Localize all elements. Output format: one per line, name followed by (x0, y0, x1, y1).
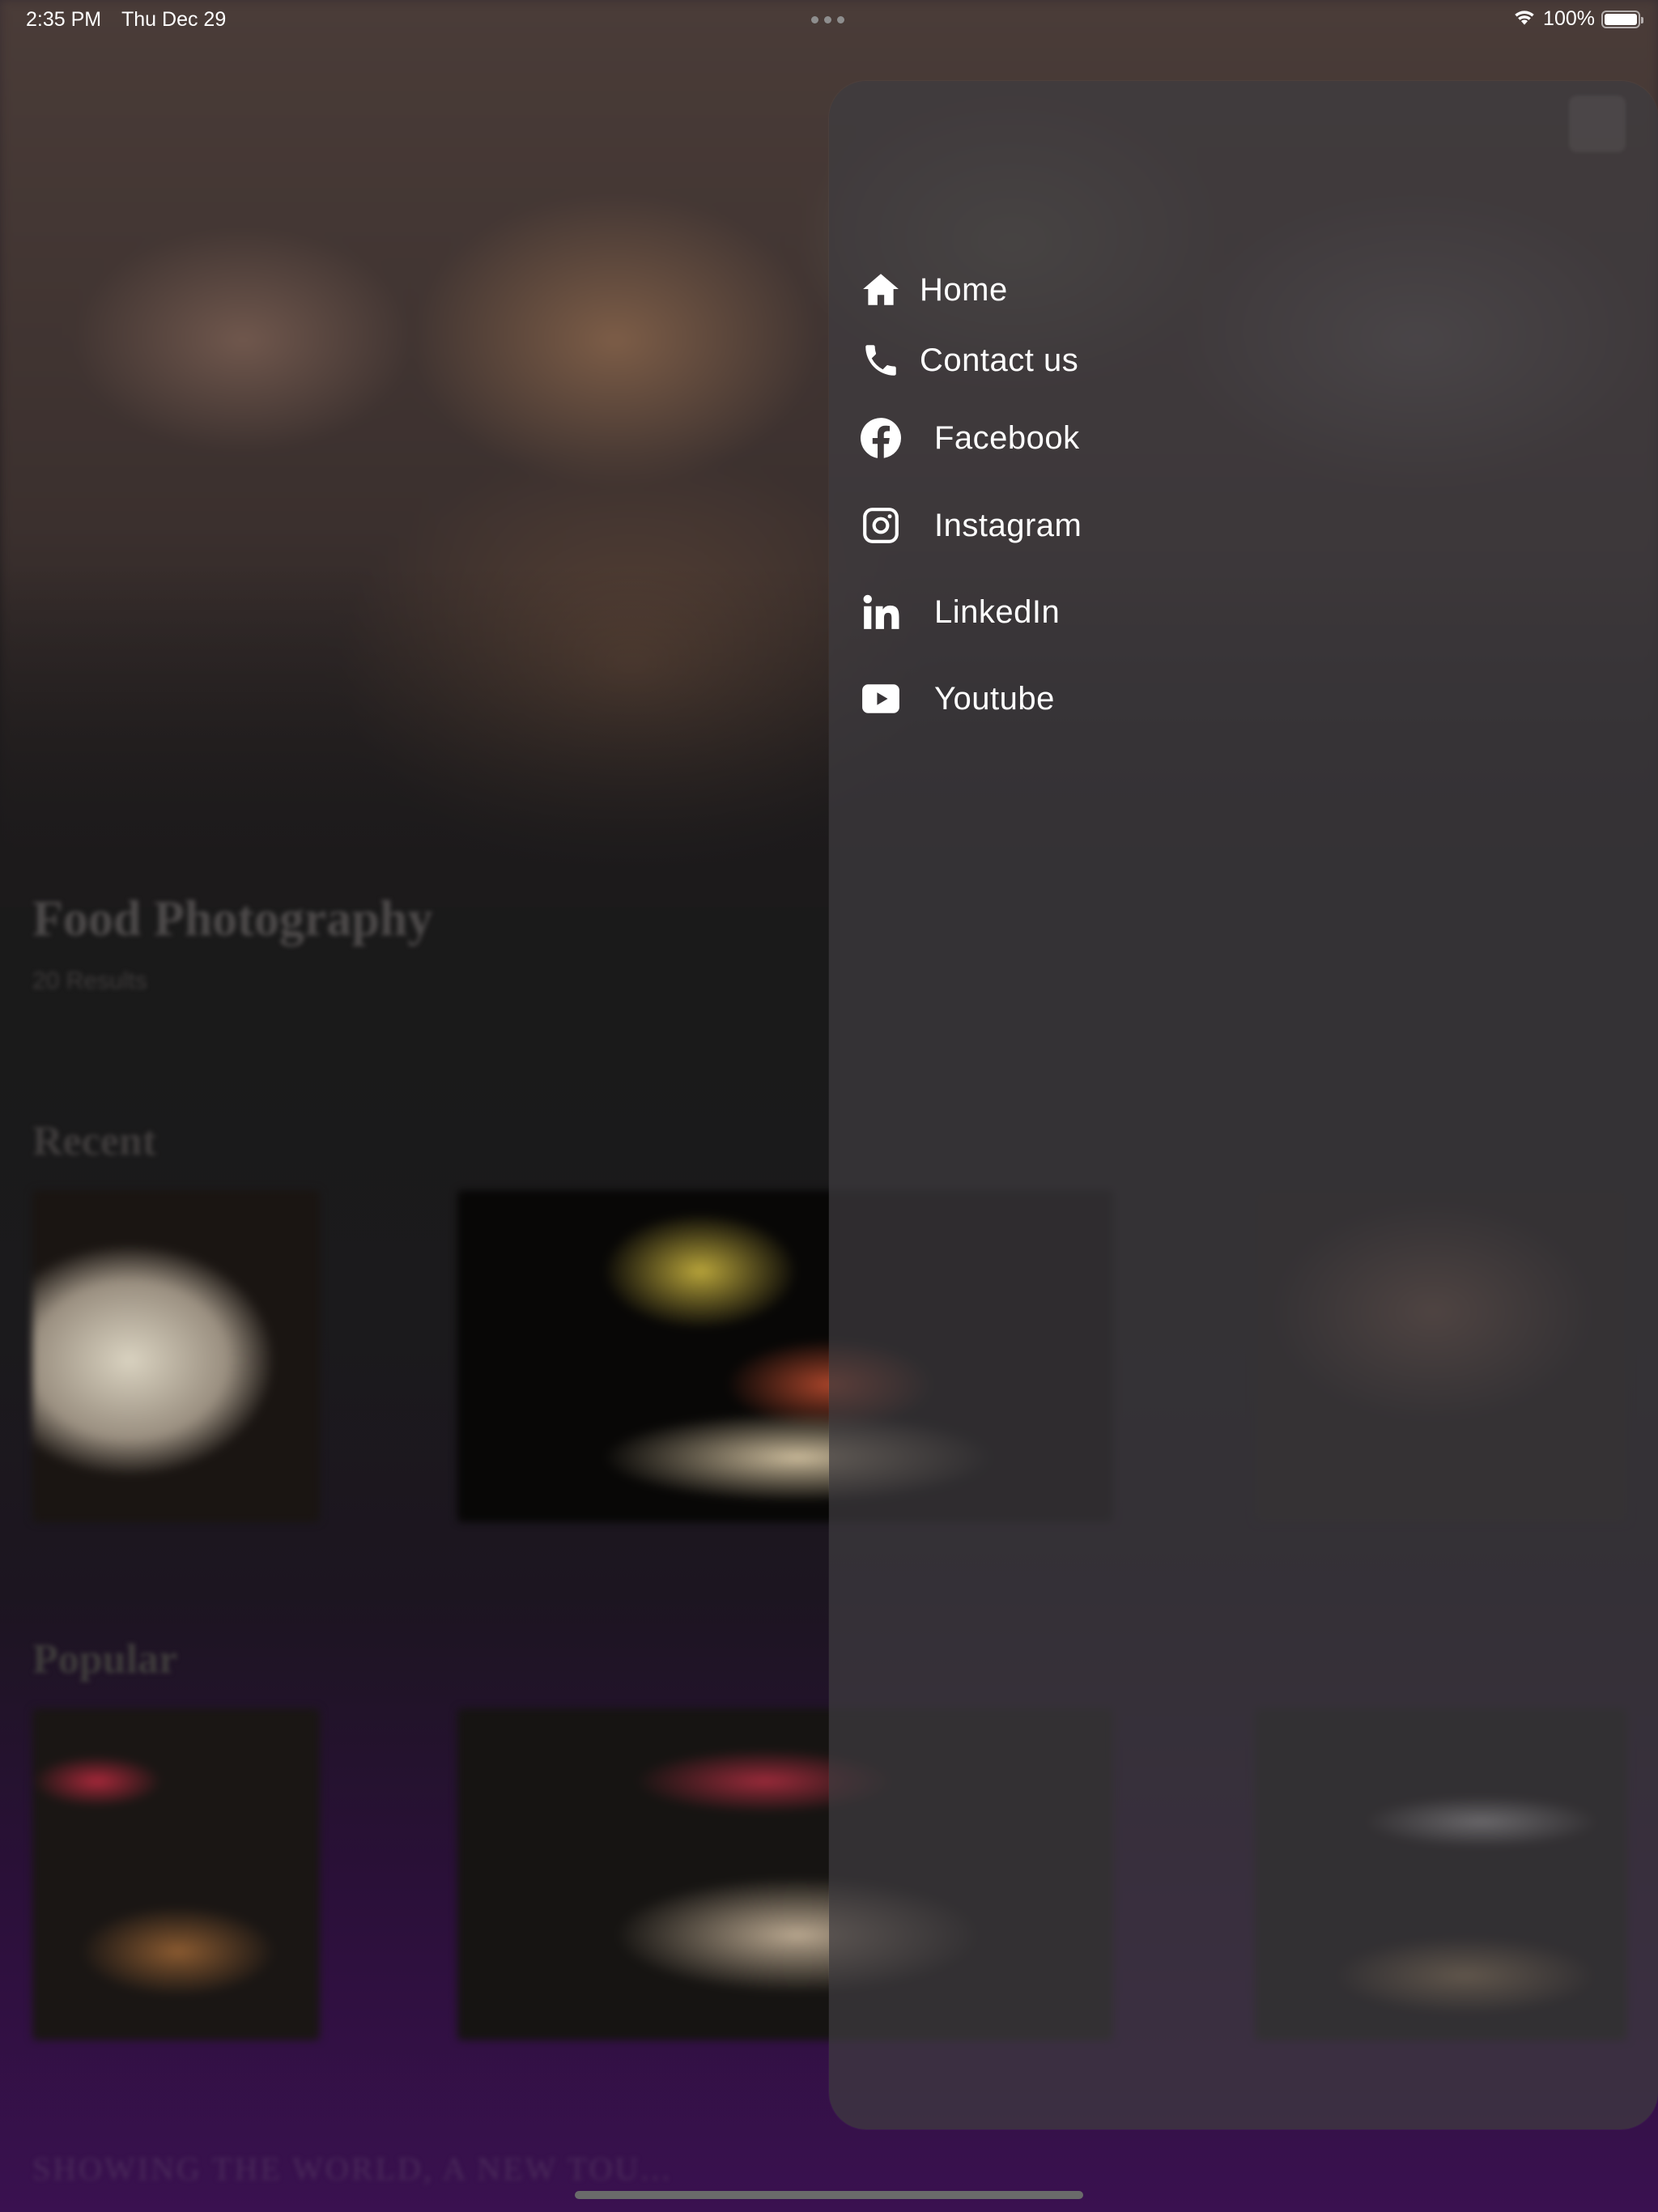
youtube-icon (858, 676, 903, 721)
home-icon (858, 267, 903, 313)
home-indicator[interactable] (575, 2191, 1083, 2199)
menu-item-label: Facebook (934, 419, 1080, 456)
menu-item-label: Contact us (920, 342, 1079, 378)
recent-thumb[interactable] (32, 1190, 320, 1522)
status-date: Thu Dec 29 (121, 8, 227, 31)
menu-item-home[interactable]: Home (858, 267, 1008, 313)
section-heading-recent: Recent (32, 1118, 157, 1164)
page-title: Food Photography (32, 891, 433, 946)
menu-item-facebook[interactable]: Facebook (858, 415, 1080, 461)
popular-thumb[interactable] (32, 1708, 320, 2040)
menu-item-youtube[interactable]: Youtube (858, 676, 1055, 721)
navigation-drawer: Home Contact us Facebook Instagram Linke (829, 81, 1658, 2129)
menu-item-linkedin[interactable]: LinkedIn (858, 589, 1060, 635)
phone-icon (858, 338, 903, 383)
linkedin-icon (858, 589, 903, 635)
battery-icon (1601, 10, 1643, 28)
tagline: SHOWING THE WORLD, A NEW TOU... (32, 2150, 673, 2187)
status-bar: 2:35 PM Thu Dec 29 100% (0, 0, 1658, 39)
multitasking-dots-icon[interactable] (811, 16, 844, 23)
menu-item-contact-us[interactable]: Contact us (858, 338, 1078, 383)
wifi-icon (1512, 6, 1537, 32)
menu-item-label: Home (920, 271, 1008, 308)
status-time: 2:35 PM (26, 8, 102, 31)
menu-item-instagram[interactable]: Instagram (858, 503, 1082, 548)
menu-item-label: LinkedIn (934, 593, 1061, 630)
status-indicators: 100% (1512, 6, 1643, 32)
results-count: 20 Results (32, 968, 147, 994)
section-heading-popular: Popular (32, 1636, 178, 1682)
menu-item-label: Instagram (934, 507, 1082, 543)
battery-percent: 100% (1543, 7, 1595, 30)
menu-item-label: Youtube (934, 680, 1055, 717)
close-icon[interactable] (1569, 96, 1626, 152)
instagram-icon (858, 503, 903, 548)
facebook-icon (858, 415, 903, 461)
